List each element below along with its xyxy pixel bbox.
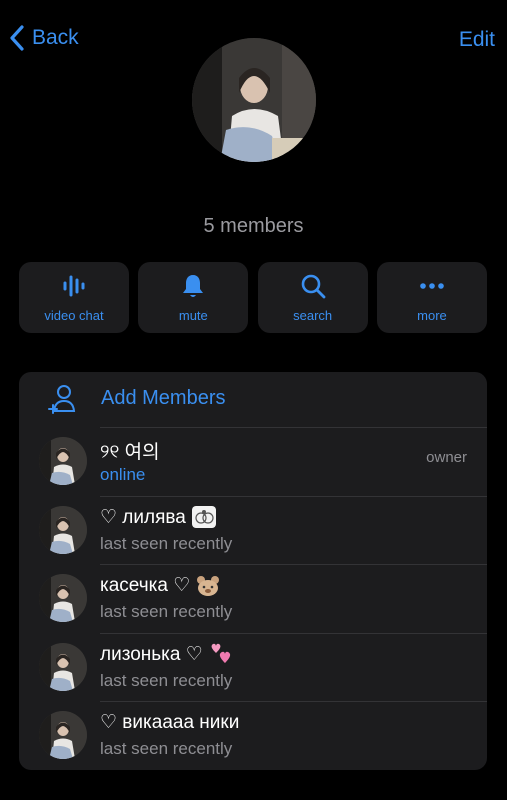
group-avatar[interactable] [192,38,316,162]
member-row[interactable]: ୨୧ 여의 online owner [19,427,487,496]
member-row[interactable]: касечка ♡ last seen recently [19,564,487,633]
more-button[interactable]: more [376,262,487,333]
member-status: last seen recently [100,739,233,758]
member-row[interactable]: ♡ лилява last seen recently [19,495,487,565]
chevron-left-icon [10,25,24,51]
member-name: ♡ лилява [100,506,186,528]
voice-wave-icon [63,275,85,297]
video-chat-label: video chat [44,308,104,323]
member-status: last seen recently [100,533,233,553]
avatar [39,437,87,485]
mute-button[interactable]: mute [138,262,249,333]
more-label: more [417,308,447,323]
avatar [39,642,87,691]
more-dots-icon [420,283,444,289]
member-name: лизонька ♡ [100,643,203,665]
add-members-label: Add Members [101,387,226,409]
bell-icon [183,275,204,297]
member-name: ୨୧ 여의 [100,442,160,463]
search-label: search [293,308,333,323]
member-name-wrap: ♡ лилява [100,506,216,529]
pink-hearts-icon [211,643,230,663]
edit-button[interactable]: Edit [459,28,495,52]
member-name-wrap: касечка ♡ [100,574,220,597]
member-name-wrap: лизонька ♡ [100,643,233,666]
member-row[interactable]: ♡ викаааа ники last seen recently [19,701,487,770]
member-name: ♡ викаааа ники [100,712,240,733]
member-count: 5 members [203,215,304,237]
video-chat-button[interactable]: video chat [19,262,129,333]
member-status: last seen recently [100,670,233,690]
search-button[interactable]: search [257,262,368,333]
member-status: online [100,465,146,484]
action-bar: video chat mute search more [19,262,487,333]
member-name: касечка ♡ [100,575,191,596]
search-icon [301,274,326,299]
add-members-button[interactable]: Add Members [19,372,487,427]
sticker-emoji-icon [191,506,216,528]
avatar [39,711,87,759]
member-role-badge: owner [426,449,467,466]
member-row[interactable]: лизонька ♡ last seen recently [19,632,487,702]
member-status: last seen recently [100,602,233,621]
back-label: Back [32,26,79,49]
mute-label: mute [178,308,208,323]
back-button[interactable]: Back [8,24,79,52]
bear-sticker-icon [197,575,220,596]
avatar [39,574,87,622]
members-list: Add Members ୨୧ 여의 online owner ♡ лилява [19,372,487,770]
add-person-icon [48,385,76,414]
avatar [39,505,87,554]
